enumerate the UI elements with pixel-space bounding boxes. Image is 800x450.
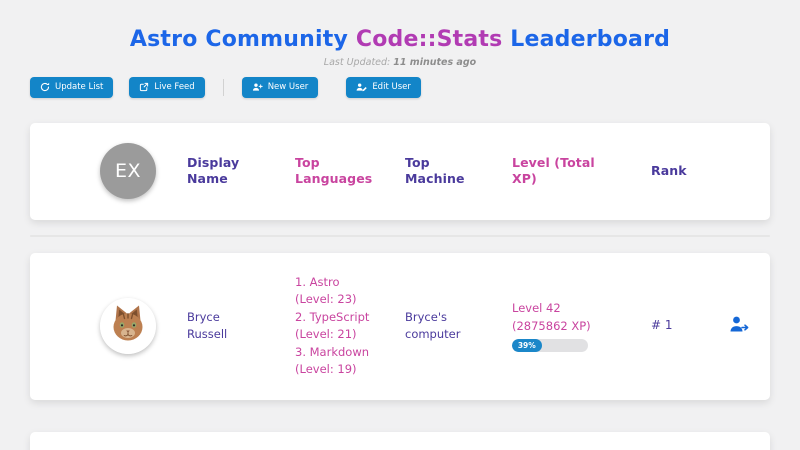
view-user-button[interactable] [729, 314, 750, 337]
xp-progress-bar: 39% [512, 339, 588, 352]
edit-user-label: Edit User [372, 82, 411, 92]
last-updated-label: Last Updated: [324, 57, 390, 68]
title-community-part: Astro Community [130, 27, 348, 52]
external-link-icon [139, 82, 149, 92]
row-avatar-column [100, 298, 187, 354]
page-title: Astro Community Code::Stats Leaderboard [0, 26, 800, 54]
column-header-display-name: Display Name [187, 155, 295, 187]
person-edit-icon [356, 82, 367, 92]
level-value: Level 42 [512, 300, 645, 318]
language-3-name: 3. Markdown [295, 344, 390, 362]
leaderboard-header-row: EX Display Name Top Languages Top Machin… [30, 123, 770, 220]
level-cell: Level 42 (2875862 XP) 39% [512, 300, 645, 352]
new-user-button[interactable]: New User [242, 77, 319, 98]
toolbar: Update List Live Feed New User [30, 77, 800, 98]
xp-progress-fill: 39% [512, 339, 542, 352]
person-arrow-icon [729, 314, 750, 337]
column-header-level: Level (Total XP) [512, 155, 645, 187]
edit-user-button[interactable]: Edit User [346, 77, 421, 98]
user-avatar [100, 298, 156, 354]
last-updated: Last Updated: 11 minutes ago [0, 57, 800, 68]
column-header-rank: Rank [645, 163, 723, 179]
header-avatar-column: EX [100, 143, 187, 199]
next-row-partial [30, 432, 770, 450]
update-list-button[interactable]: Update List [30, 77, 113, 98]
language-2-name: 2. TypeScript [295, 309, 390, 327]
section-divider [30, 235, 770, 237]
new-user-label: New User [268, 82, 309, 92]
title-leaderboard-part: Leaderboard [510, 27, 670, 52]
live-feed-label: Live Feed [154, 82, 194, 92]
column-header-top-machine: Top Machine [405, 155, 512, 187]
language-1-name: 1. Astro [295, 274, 390, 292]
column-header-top-languages: Top Languages [295, 155, 405, 187]
display-name-cell: Bryce Russell [187, 309, 295, 344]
xp-progress-label: 39% [518, 339, 536, 352]
title-codestats-part: Code::Stats [356, 27, 503, 52]
language-3-level: (Level: 19) [295, 361, 390, 379]
example-avatar: EX [100, 143, 156, 199]
cat-avatar-image [100, 298, 156, 354]
toolbar-divider [223, 79, 224, 96]
rank-cell: # 1 [645, 317, 723, 335]
person-plus-icon [252, 82, 263, 92]
language-1-level: (Level: 23) [295, 291, 390, 309]
top-languages-cell: 1. Astro (Level: 23) 2. TypeScript (Leve… [295, 274, 405, 379]
row-action-column [723, 314, 770, 338]
update-list-label: Update List [55, 82, 103, 92]
total-xp-value: (2875862 XP) [512, 318, 645, 336]
last-updated-value: 11 minutes ago [393, 57, 476, 68]
live-feed-button[interactable]: Live Feed [129, 77, 204, 98]
language-2-level: (Level: 21) [295, 326, 390, 344]
leaderboard-row: Bryce Russell 1. Astro (Level: 23) 2. Ty… [30, 253, 770, 400]
refresh-icon [40, 82, 50, 92]
top-machine-cell: Bryce's computer [405, 309, 512, 344]
